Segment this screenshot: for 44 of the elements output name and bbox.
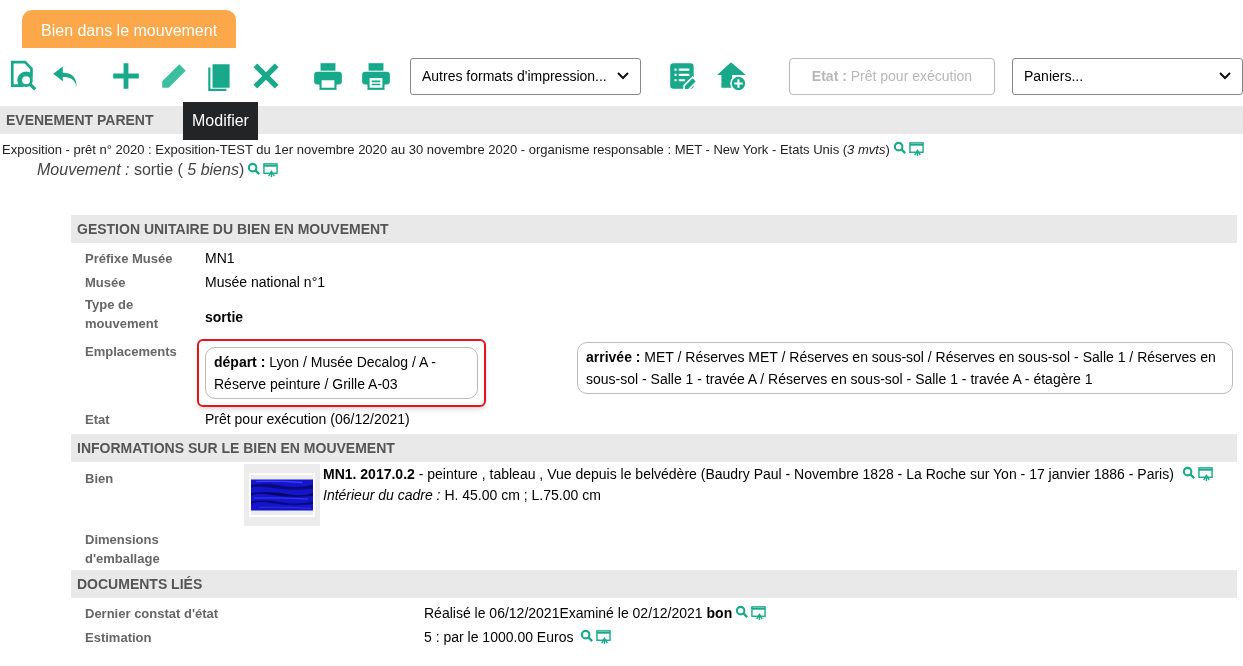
search-icon[interactable] [892, 141, 908, 156]
field-label: Type de mouvement [85, 296, 159, 333]
item-dimensions: Intérieur du cadre : H. 45.00 cm ; L.75.00 cm [323, 486, 602, 505]
field-value: sortie [205, 307, 244, 327]
list-edit-icon[interactable] [667, 60, 699, 92]
chevron-down-icon [617, 72, 629, 80]
field-label: Dimensions d'emballage [85, 531, 161, 566]
print-format-select[interactable]: Autres formats d'impression... [410, 57, 641, 95]
section-header: GESTION UNITAIRE DU BIEN EN MOUVEMENT [71, 215, 1237, 243]
printer-icon[interactable] [360, 60, 392, 92]
field-value: Musée national n°1 [205, 272, 325, 292]
basket-select[interactable]: Paniers... [1012, 57, 1243, 95]
field-label: Préfixe Musée [85, 249, 174, 268]
house-add-icon[interactable] [715, 60, 747, 92]
field-label: Musée [85, 273, 127, 292]
add-icon[interactable] [110, 60, 142, 92]
search-icon[interactable] [247, 162, 263, 177]
open-window-icon[interactable] [751, 604, 767, 620]
field-label: Etat [85, 410, 111, 429]
field-value: Réalisé le 06/12/2021Examiné le 02/12/2021 bon [424, 604, 733, 621]
arrival-location: arrivée : MET / Réserves MET / Réserves en sous-sol / Réserves en sous-sol - Salle 1 / Réserves en sous-sol - Salle 1 - travée A / Réserves en sous-sol - Salle 1 - travée A - étagère 1 [577, 342, 1233, 394]
field-label: Dernier constat d'état [85, 604, 220, 623]
section-header: DOCUMENTS LIÉS [71, 570, 1237, 598]
event-description: Exposition - prêt n° 2020 : Exposition-TEST du 1er novembre 2020 au 30 novembre 2020 - organisme responsable : MET - New York - Etats Unis (3 mvts) [2, 142, 890, 157]
open-window-icon[interactable] [263, 162, 279, 177]
search-icon[interactable] [1181, 466, 1197, 481]
open-window-icon[interactable] [596, 628, 612, 644]
open-window-icon[interactable] [908, 141, 924, 156]
open-window-icon[interactable] [1197, 466, 1213, 481]
field-label: Emplacements [85, 343, 178, 361]
printer-icon[interactable] [312, 60, 344, 92]
tooltip: Modifier [183, 102, 258, 140]
movement-summary: Mouvement : sortie ( 5 biens) [37, 161, 245, 178]
field-label: Estimation [85, 628, 153, 647]
field-value: 5 : par le 1000.00 Euros [424, 628, 575, 645]
section-header: INFORMATIONS SUR LE BIEN EN MOUVEMENT [71, 434, 1237, 462]
field-label: Bien [85, 470, 115, 488]
departure-location: départ : Lyon / Musée Decalog / A - Réserve peinture / Grille A-03 [205, 347, 478, 399]
search-icon[interactable] [580, 628, 596, 644]
field-value: Prêt pour exécution (06/12/2021) [205, 409, 410, 429]
item-title: MN1. 2017.0.2 - peinture , tableau , Vue depuis le belvédère (Baudry Paul - Novembre 1828 - La Roche sur Yon - 17 janvier 1886 - Paris) [323, 466, 1174, 482]
chevron-down-icon [1219, 72, 1231, 80]
search-icon[interactable] [735, 604, 751, 620]
field-value: MN1 [205, 248, 235, 268]
